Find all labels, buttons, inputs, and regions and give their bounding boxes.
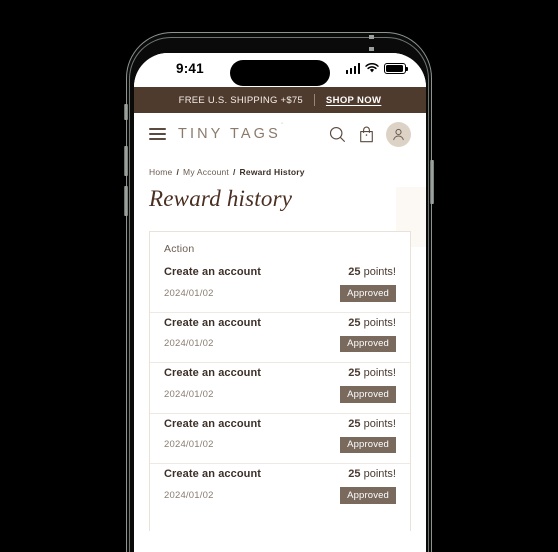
user-avatar-glyph xyxy=(393,128,404,140)
table-row: Create an account 25 points! 2024/01/02 App… xyxy=(150,414,410,464)
status-bar-icons xyxy=(345,63,409,74)
dynamic-island xyxy=(230,60,330,86)
row-action-label: Create an account xyxy=(164,367,262,379)
search-icon[interactable] xyxy=(328,125,347,144)
announcement-text: FREE U.S. SHIPPING +$75 xyxy=(178,94,303,106)
status-bar: 9:41 xyxy=(134,53,426,87)
row-points-value: 25 points! xyxy=(348,367,396,379)
row-action-label: Create an account xyxy=(164,417,262,430)
table-row-bottom: 2024/01/02 Approved xyxy=(164,487,396,504)
row-action-label: Create an account xyxy=(164,316,262,329)
table-row: Create an account 25 points! 2024/01/02 App… xyxy=(150,262,410,313)
reward-rows-container: Create an account 25 points! 2024/01/02 App… xyxy=(150,262,410,514)
table-row-top: Create an account 25 points! xyxy=(164,418,396,430)
power-button[interactable] xyxy=(430,160,434,204)
row-action-label: Create an account xyxy=(164,468,262,480)
status-badge: Approved xyxy=(340,436,396,453)
table-row-top: Create an account 25 points! xyxy=(164,266,396,278)
breadcrumb-item-my-account[interactable]: My Account xyxy=(183,167,229,177)
row-points-value: 25 points! xyxy=(348,317,396,329)
row-points-suffix: points! xyxy=(363,367,396,379)
antenna-band-upper xyxy=(369,35,374,39)
row-points-value: 25 points! xyxy=(348,266,396,278)
table-row: Create an account 25 points! 2024/01/02 App… xyxy=(150,313,410,363)
shopping-bag-icon[interactable] xyxy=(358,125,375,144)
cellular-signal-icon xyxy=(345,63,360,74)
row-date: 2024/01/02 xyxy=(164,287,214,299)
table-row-bottom: 2024/01/02 Approved xyxy=(164,335,396,352)
row-points-value: 25 points! xyxy=(348,468,396,480)
volume-down-button[interactable] xyxy=(124,186,128,216)
antenna-band-lower xyxy=(369,47,374,51)
row-date: 2024/01/02 xyxy=(164,439,214,451)
user-account-icon[interactable] xyxy=(386,121,411,147)
volume-up-button[interactable] xyxy=(124,146,128,176)
announcement-bar: FREE U.S. SHIPPING +$75 SHOP NOW xyxy=(134,87,426,113)
page-title: Reward history xyxy=(149,186,293,211)
row-date: 2024/01/02 xyxy=(164,388,214,400)
phone-screen: 9:41 FREE U.S. SHIPPING +$75 SHOP NOW TI… xyxy=(134,53,426,552)
breadcrumb-item-current: Reward History xyxy=(239,167,305,177)
status-badge: Approved xyxy=(340,285,396,302)
row-action-label: Create an account xyxy=(164,266,262,278)
table-row: Create an account 25 points! 2024/01/02 App… xyxy=(150,464,410,514)
header-actions xyxy=(328,121,411,147)
table-row-bottom: 2024/01/02 Approved xyxy=(164,386,396,403)
table-row: Create an account 25 points! 2024/01/02 App… xyxy=(150,363,410,414)
table-row-top: Create an account 25 points! xyxy=(164,468,396,480)
row-points-number: 25 xyxy=(348,266,361,278)
row-date: 2024/01/02 xyxy=(164,489,214,501)
wifi-icon xyxy=(365,63,379,73)
table-row-top: Create an account 25 points! xyxy=(164,317,396,329)
breadcrumb-separator: / xyxy=(176,167,180,177)
shop-now-link[interactable]: SHOP NOW xyxy=(326,95,381,106)
row-points-number: 25 xyxy=(348,316,361,329)
table-column-header-action: Action xyxy=(164,243,195,255)
silent-switch-button[interactable] xyxy=(124,104,128,120)
reward-history-card: Action Create an account 25 points! 2024/0… xyxy=(149,231,411,531)
row-points-suffix: points! xyxy=(363,316,396,329)
row-date: 2024/01/02 xyxy=(164,338,214,350)
table-row-bottom: 2024/01/02 Approved xyxy=(164,436,396,453)
status-badge: Approved xyxy=(340,386,396,403)
row-points-number: 25 xyxy=(348,468,361,480)
hamburger-menu-icon[interactable] xyxy=(149,128,166,140)
brand-logo[interactable]: TINY TAGS· xyxy=(178,120,286,142)
row-points-value: 25 points! xyxy=(348,418,396,430)
status-bar-time: 9:41 xyxy=(176,61,204,76)
announcement-divider xyxy=(313,94,315,106)
status-badge: Approved xyxy=(340,335,396,352)
breadcrumb-separator: / xyxy=(232,167,236,177)
row-points-number: 25 xyxy=(348,417,361,430)
page-body: Home / My Account / Reward History Rewar… xyxy=(134,155,426,552)
status-badge: Approved xyxy=(340,487,396,504)
battery-icon xyxy=(384,63,409,74)
breadcrumb: Home / My Account / Reward History xyxy=(149,167,411,177)
brand-logo-text: TINY TAGS xyxy=(178,126,281,142)
table-row-top: Create an account 25 points! xyxy=(164,367,396,379)
row-points-suffix: points! xyxy=(363,417,396,430)
site-header: TINY TAGS· xyxy=(134,113,426,155)
brand-trademark-mark: · xyxy=(280,120,287,128)
row-points-number: 25 xyxy=(348,367,361,379)
row-points-suffix: points! xyxy=(363,266,396,278)
table-row-bottom: 2024/01/02 Approved xyxy=(164,285,396,302)
breadcrumb-item-home[interactable]: Home xyxy=(149,167,172,177)
row-points-suffix: points! xyxy=(363,468,396,480)
